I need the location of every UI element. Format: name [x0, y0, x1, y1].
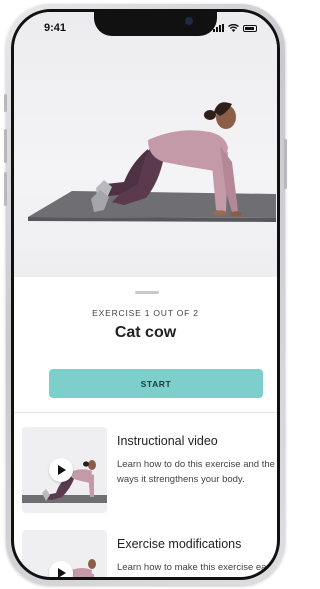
signal-icon	[213, 24, 224, 32]
video-thumbnail[interactable]	[22, 530, 107, 577]
exercise-sheet: EXERCISE 1 OUT OF 2 Cat cow START	[14, 277, 277, 412]
wifi-icon	[228, 24, 239, 32]
notch	[94, 12, 217, 36]
instructional-video-card[interactable]: Instructional video Learn how to do this…	[22, 427, 277, 513]
phone-screen: 9:41 EXERCISE 1 OUT OF 2 Cat cow START I…	[11, 9, 280, 580]
card-description: Learn how to make this exercise easier o…	[117, 562, 280, 573]
card-description: Learn how to do this exercise and the wa…	[117, 459, 275, 485]
card-title: Instructional video	[117, 434, 218, 448]
power-button	[284, 139, 287, 189]
exercise-modifications-card[interactable]: Exercise modifications Learn how to make…	[22, 530, 280, 577]
battery-icon	[243, 24, 257, 32]
sheet-drag-handle[interactable]	[135, 291, 159, 294]
status-time: 9:41	[44, 22, 67, 34]
camera-icon	[185, 17, 193, 25]
exercise-title: Cat cow	[114, 324, 177, 341]
start-button[interactable]: START	[49, 369, 263, 398]
play-icon[interactable]	[49, 561, 73, 577]
play-icon[interactable]	[49, 458, 73, 482]
status-icons	[213, 24, 257, 32]
volume-down-button	[4, 172, 7, 206]
exercise-hero-image	[14, 12, 277, 277]
video-thumbnail[interactable]	[22, 427, 107, 513]
volume-up-button	[4, 129, 7, 163]
exercise-counter: EXERCISE 1 OUT OF 2	[92, 308, 199, 318]
phone-frame: 9:41 EXERCISE 1 OUT OF 2 Cat cow START I…	[4, 4, 287, 585]
mute-switch	[4, 94, 7, 112]
card-title: Exercise modifications	[117, 537, 242, 551]
section-divider	[14, 412, 277, 413]
